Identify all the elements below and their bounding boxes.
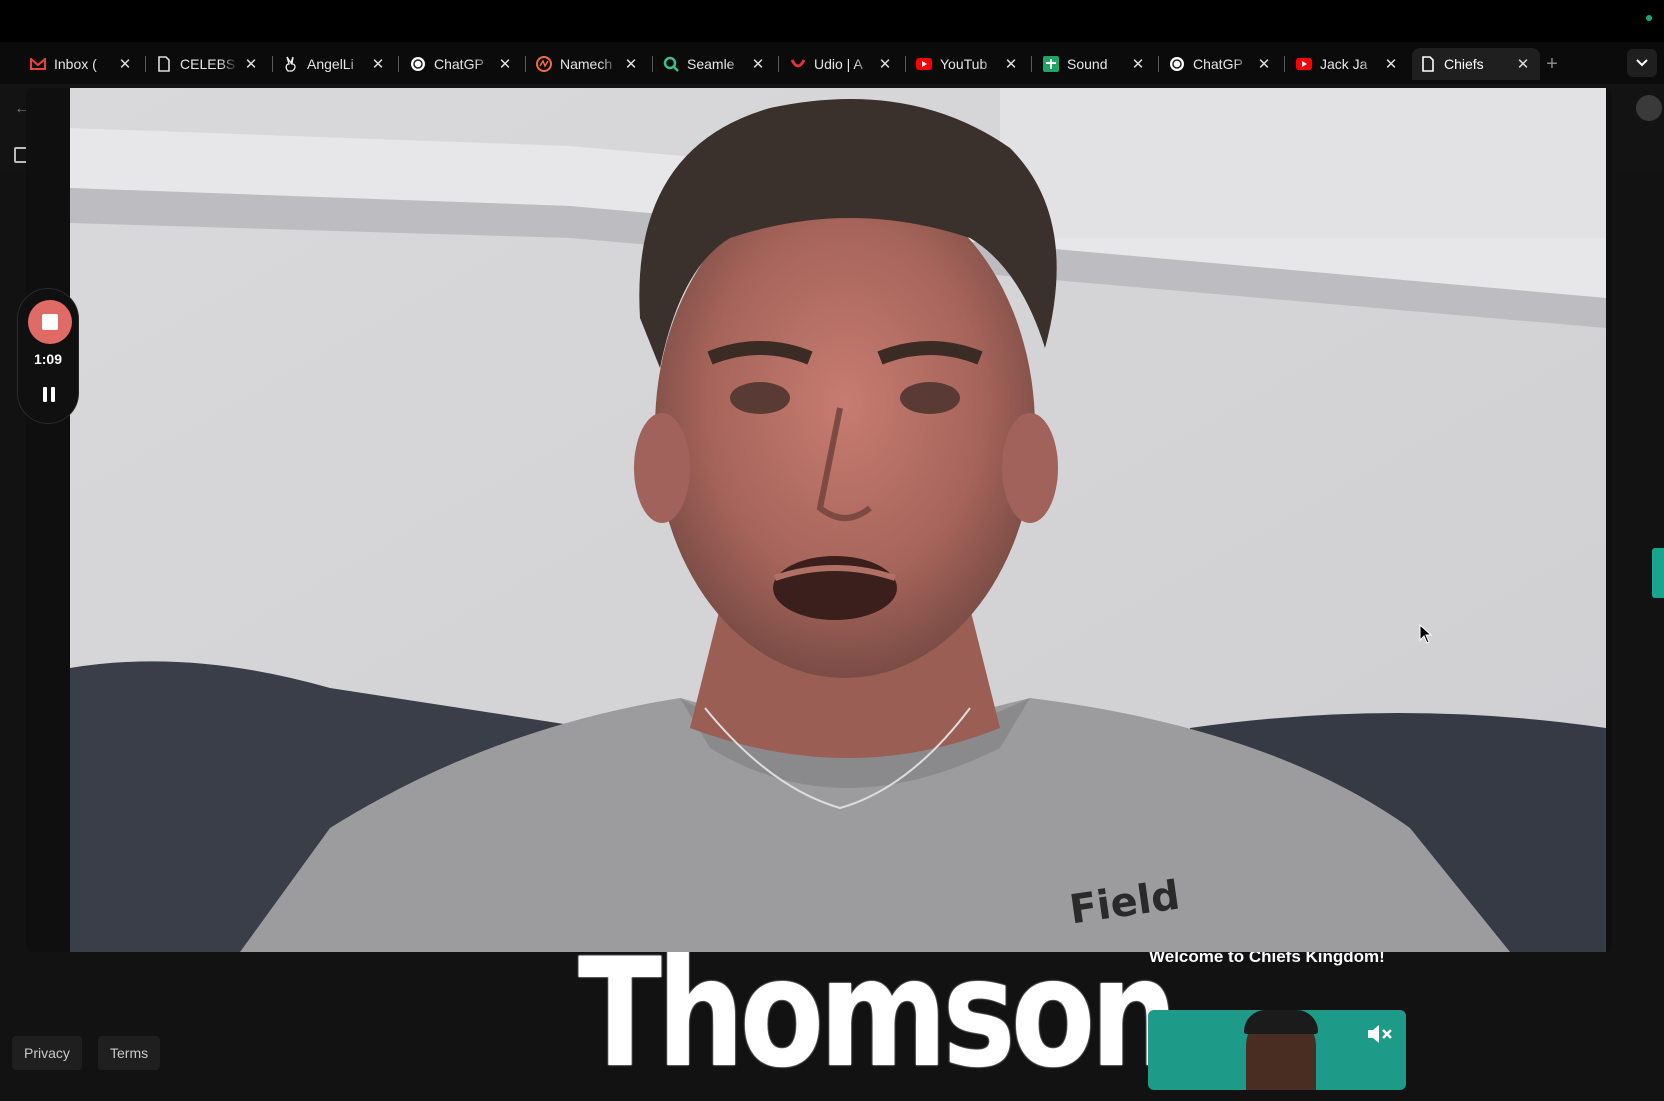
close-icon[interactable]: ✕ bbox=[1002, 55, 1020, 73]
tab-separator bbox=[525, 56, 526, 72]
tab-title: Seamle bbox=[687, 56, 735, 72]
close-icon[interactable]: ✕ bbox=[622, 55, 640, 73]
recording-timer: 1:09 bbox=[33, 351, 63, 367]
tab-separator bbox=[652, 56, 653, 72]
youtube-icon bbox=[1296, 56, 1312, 72]
close-icon[interactable]: ✕ bbox=[242, 55, 260, 73]
seamless-icon bbox=[663, 56, 679, 72]
new-tab-button[interactable]: + bbox=[1540, 48, 1564, 80]
close-icon[interactable]: ✕ bbox=[116, 55, 134, 73]
recording-controls: 1:09 bbox=[17, 288, 79, 424]
webcam-image: Field bbox=[70, 88, 1606, 952]
tab-title: AngelLi bbox=[307, 56, 354, 72]
avatar[interactable] bbox=[1636, 95, 1662, 121]
gmail-icon bbox=[30, 56, 46, 72]
chevron-down-icon bbox=[1636, 59, 1648, 67]
tab-title: Jack Ja bbox=[1320, 56, 1368, 72]
tab-separator bbox=[778, 56, 779, 72]
tab-chiefs-active[interactable]: Chiefs ✕ bbox=[1412, 48, 1540, 80]
pause-icon-bar bbox=[51, 386, 55, 402]
stop-icon bbox=[42, 314, 58, 330]
close-icon[interactable]: ✕ bbox=[1255, 55, 1273, 73]
tab-title: Udio | A bbox=[814, 56, 863, 72]
tab-separator bbox=[1031, 56, 1032, 72]
tab-chatgpt-2[interactable]: ChatGP ✕ bbox=[1161, 48, 1281, 80]
tab-inbox[interactable]: Inbox ( ✕ bbox=[22, 48, 142, 80]
close-icon[interactable]: ✕ bbox=[749, 55, 767, 73]
promo-video-card[interactable] bbox=[1148, 1010, 1406, 1090]
close-icon[interactable]: ✕ bbox=[876, 55, 894, 73]
document-icon bbox=[156, 56, 172, 72]
person-thumbnail-cap bbox=[1244, 1010, 1318, 1034]
privacy-link[interactable]: Privacy bbox=[12, 1036, 82, 1070]
tab-title: ChatGP bbox=[434, 56, 484, 72]
pause-icon-bar bbox=[43, 386, 47, 402]
page-headline: Thomson bbox=[578, 927, 1178, 1101]
youtube-icon bbox=[916, 56, 932, 72]
tab-separator bbox=[1284, 56, 1285, 72]
tab-title: Chiefs bbox=[1444, 56, 1484, 72]
stop-recording-button[interactable] bbox=[28, 300, 72, 344]
tab-title: Namech bbox=[560, 56, 613, 72]
openai-icon bbox=[410, 56, 426, 72]
close-icon[interactable]: ✕ bbox=[1129, 55, 1147, 73]
udio-icon bbox=[790, 56, 806, 72]
tab-separator bbox=[1158, 56, 1159, 72]
angellist-icon bbox=[283, 56, 299, 72]
tab-separator bbox=[398, 56, 399, 72]
tab-title: CELEBS bbox=[180, 56, 236, 72]
window-top-bar bbox=[0, 0, 1664, 42]
terms-link[interactable]: Terms bbox=[98, 1036, 161, 1070]
tab-separator bbox=[145, 56, 146, 72]
tab-title: YouTub bbox=[940, 56, 988, 72]
status-dot bbox=[1646, 15, 1652, 21]
close-icon[interactable]: ✕ bbox=[369, 55, 387, 73]
tab-title: Inbox ( bbox=[54, 56, 97, 72]
side-panel-handle[interactable] bbox=[1652, 548, 1664, 598]
tab-strip: Inbox ( ✕ CELEBS ✕ AngelLi ✕ ChatGP ✕ Na… bbox=[0, 42, 1664, 84]
tab-search-button[interactable] bbox=[1627, 49, 1657, 77]
tab-title: ChatGP bbox=[1193, 56, 1243, 72]
tab-angellist[interactable]: AngelLi ✕ bbox=[275, 48, 395, 80]
pause-recording-button[interactable] bbox=[40, 385, 58, 403]
tab-celebs[interactable]: CELEBS ✕ bbox=[148, 48, 268, 80]
namecheap-icon bbox=[536, 56, 552, 72]
openai-icon bbox=[1169, 56, 1185, 72]
webcam-video: Field bbox=[70, 88, 1606, 952]
tab-youtube[interactable]: YouTub ✕ bbox=[908, 48, 1028, 80]
tab-sound[interactable]: Sound ✕ bbox=[1035, 48, 1155, 80]
document-icon bbox=[1420, 56, 1436, 72]
tab-chatgpt[interactable]: ChatGP ✕ bbox=[402, 48, 522, 80]
mute-icon[interactable] bbox=[1366, 1022, 1394, 1046]
tab-udio[interactable]: Udio | A ✕ bbox=[782, 48, 902, 80]
tab-namecheap[interactable]: Namech ✕ bbox=[528, 48, 648, 80]
tab-separator bbox=[905, 56, 906, 72]
close-icon[interactable]: ✕ bbox=[1382, 55, 1400, 73]
close-icon[interactable]: ✕ bbox=[496, 55, 514, 73]
close-icon[interactable]: ✕ bbox=[1514, 55, 1532, 73]
tab-title: Sound bbox=[1067, 56, 1108, 72]
sound-icon bbox=[1043, 56, 1059, 72]
tab-seamless[interactable]: Seamle ✕ bbox=[655, 48, 775, 80]
tab-separator bbox=[272, 56, 273, 72]
tab-jack[interactable]: Jack Ja ✕ bbox=[1288, 48, 1408, 80]
mouse-cursor-icon bbox=[1419, 624, 1433, 644]
